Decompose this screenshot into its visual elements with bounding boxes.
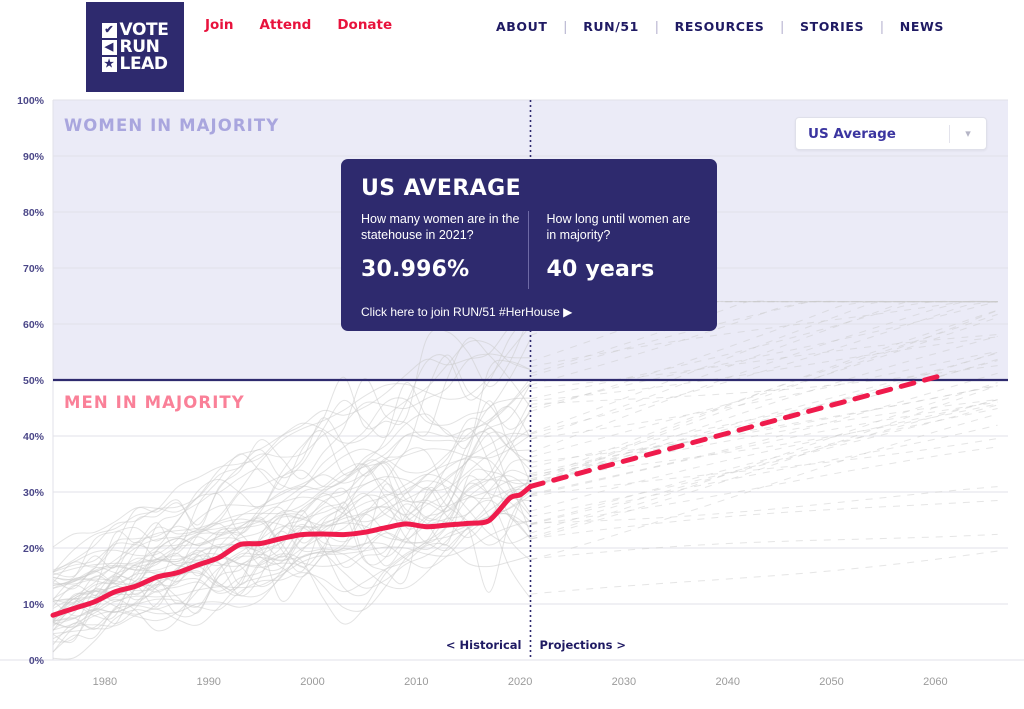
info-card-column-years-until: How long until women are in majority? 40… — [528, 211, 697, 307]
projections-label: Projections > — [540, 638, 627, 652]
play-triangle-icon: ◀ — [101, 39, 117, 55]
nav-link-stories[interactable]: STORIES — [784, 19, 880, 34]
logo-row-lead: ★ LEAD — [101, 53, 169, 74]
info-card-column-women-count: How many women are in the statehouse in … — [361, 211, 528, 307]
nav-link-donate[interactable]: Donate — [337, 17, 392, 33]
logo-row-vote: ✔ VOTE — [101, 19, 169, 40]
logo-word-run: RUN — [119, 36, 160, 57]
x-axis-tick-2030: 2030 — [612, 676, 636, 688]
region-select-value: US Average — [808, 125, 896, 142]
y-axis-tick-0: 0% — [29, 655, 45, 667]
nav-link-news[interactable]: NEWS — [884, 19, 960, 34]
star-icon: ★ — [101, 56, 117, 72]
logo-row-run: ◀ RUN — [101, 36, 169, 57]
y-axis-tick-50: 50% — [23, 375, 45, 387]
logo-word-lead: LEAD — [119, 53, 169, 74]
info-card-left-question: How many women are in the statehouse in … — [361, 212, 520, 242]
x-axis-tick-2050: 2050 — [819, 676, 843, 688]
nav-link-resources[interactable]: RESOURCES — [659, 19, 781, 34]
nav-link-about[interactable]: ABOUT — [480, 19, 564, 34]
women-in-majority-label: WOMEN IN MAJORITY — [64, 116, 279, 135]
info-card-right-answer: 40 years — [546, 257, 655, 282]
nav-link-join[interactable]: Join — [205, 17, 234, 33]
x-axis: 1980 1990 2000 2010 2020 2030 2040 2050 2060 — [93, 676, 948, 688]
y-axis-tick-60: 60% — [23, 319, 45, 331]
join-run51-cta-link[interactable]: Click here to join RUN/51 #HerHouse ▶ — [361, 305, 697, 319]
historical-label: < Historical — [446, 638, 522, 652]
y-axis-tick-80: 80% — [23, 207, 45, 219]
y-axis-tick-70: 70% — [23, 263, 45, 275]
x-axis-tick-2060: 2060 — [923, 676, 947, 688]
info-card-title: US AVERAGE — [361, 176, 522, 201]
x-axis-tick-1980: 1980 — [93, 676, 117, 688]
nav-link-attend[interactable]: Attend — [260, 17, 312, 33]
primary-nav-left: Join Attend Donate — [205, 17, 392, 33]
men-in-majority-label: MEN IN MAJORITY — [64, 393, 245, 412]
site-header: ✔ VOTE ◀ RUN ★ LEAD Join Attend Donate A… — [0, 0, 1024, 95]
logo-word-vote: VOTE — [119, 19, 169, 40]
x-axis-tick-1990: 1990 — [196, 676, 220, 688]
x-axis-tick-2020: 2020 — [508, 676, 532, 688]
info-card-right-question: How long until women are in majority? — [546, 212, 691, 242]
y-axis: 0% 10% 20% 30% 40% 50% 60% 70% 80% 90% 100% — [17, 95, 45, 667]
primary-nav-right: ABOUT | RUN/51 | RESOURCES | STORIES | N… — [480, 18, 960, 34]
nav-link-run51[interactable]: RUN/51 — [567, 19, 655, 34]
x-axis-tick-2040: 2040 — [715, 676, 739, 688]
y-axis-tick-10: 10% — [23, 599, 45, 611]
vote-run-lead-logo[interactable]: ✔ VOTE ◀ RUN ★ LEAD — [86, 2, 184, 92]
chevron-down-icon[interactable]: ▾ — [950, 127, 986, 140]
info-card-columns: How many women are in the statehouse in … — [361, 211, 697, 307]
us-average-info-card: US AVERAGE How many women are in the sta… — [341, 159, 717, 331]
info-card-left-answer: 30.996% — [361, 257, 470, 282]
region-select-dropdown[interactable]: US Average ▾ — [795, 117, 987, 150]
checkbox-icon: ✔ — [101, 22, 117, 38]
y-axis-tick-20: 20% — [23, 543, 45, 555]
logo-rows: ✔ VOTE ◀ RUN ★ LEAD — [101, 19, 169, 74]
x-axis-tick-2010: 2010 — [404, 676, 428, 688]
y-axis-tick-30: 30% — [23, 487, 45, 499]
y-axis-tick-40: 40% — [23, 431, 45, 443]
x-axis-tick-2000: 2000 — [300, 676, 324, 688]
y-axis-tick-100: 100% — [17, 95, 45, 107]
y-axis-tick-90: 90% — [23, 151, 45, 163]
